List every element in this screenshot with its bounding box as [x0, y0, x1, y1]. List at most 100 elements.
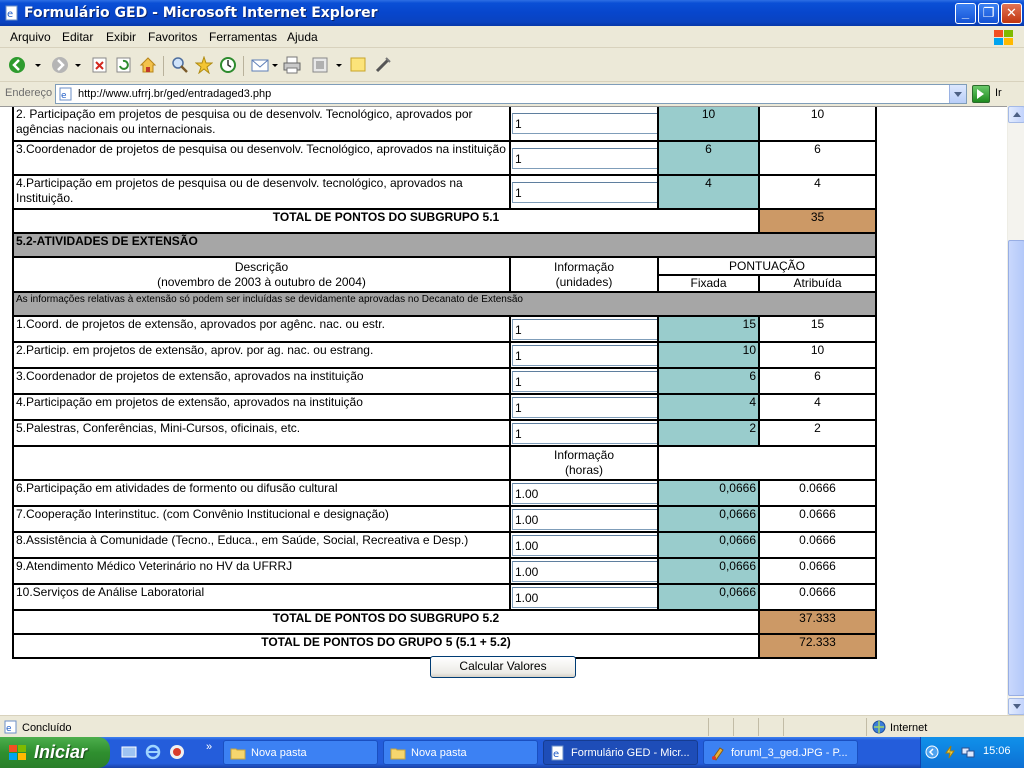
quicklaunch-more-icon[interactable]: »: [206, 741, 212, 753]
media-player-icon[interactable]: [169, 744, 185, 760]
task-label: foruml_3_ged.JPG - P...: [731, 747, 848, 759]
back-dropdown-icon[interactable]: [35, 64, 41, 67]
fixed-score: 15: [657, 315, 760, 343]
mail-icon[interactable]: [251, 56, 269, 74]
quantity-field[interactable]: 1: [512, 147, 658, 169]
table-header-row: Descrição (novembro de 2003 à outubro de…: [12, 256, 877, 293]
taskbar-item-folder-2[interactable]: Nova pasta: [383, 740, 538, 765]
windows-logo-icon: [9, 745, 26, 760]
windows-logo-icon: [994, 30, 1013, 45]
quantity-field[interactable]: 1: [512, 181, 658, 203]
hours-field[interactable]: 1.00: [512, 586, 658, 608]
task-label: Nova pasta: [251, 747, 307, 759]
refresh-icon[interactable]: [115, 56, 133, 74]
zone-label: Internet: [890, 722, 928, 734]
title-bar[interactable]: e Formulário GED - Microsoft Internet Ex…: [0, 0, 1024, 26]
quantity-field[interactable]: 1: [512, 370, 658, 392]
assigned-score: 0.0666: [758, 505, 877, 533]
quantity-field[interactable]: 1: [512, 318, 658, 340]
scroll-up-icon[interactable]: [1008, 106, 1024, 123]
ged-form-table: 2. Participação em projetos de pesquisa …: [12, 107, 877, 659]
tray-collapse-icon[interactable]: [925, 745, 939, 759]
subgroup-52-total-label: TOTAL DE PONTOS DO SUBGRUPO 5.2: [12, 609, 760, 635]
ie-quicklaunch-icon[interactable]: [145, 744, 161, 760]
menu-exibir[interactable]: Exibir: [106, 30, 136, 44]
menu-ferramentas[interactable]: Ferramentas: [209, 30, 277, 44]
fixed-score: 0,0666: [657, 531, 760, 559]
column-header-score: PONTUAÇÃO: [657, 256, 877, 276]
taskbar-item-browser[interactable]: e Formulário GED - Micr...: [543, 740, 698, 765]
edit-dropdown-icon[interactable]: [336, 64, 342, 67]
section-title: 5.2-ATIVIDADES DE EXTENSÃO: [12, 232, 877, 258]
favorites-icon[interactable]: [195, 56, 213, 74]
edit-icon[interactable]: [311, 56, 329, 74]
subgroup-51-total-label: TOTAL DE PONTOS DO SUBGRUPO 5.1: [12, 208, 760, 234]
hours-field[interactable]: 1.00: [512, 534, 658, 556]
table-row: 1.Coord. de projetos de extensão, aprova…: [12, 315, 877, 343]
task-label: Nova pasta: [411, 747, 467, 759]
network-icon[interactable]: [961, 745, 975, 759]
assigned-score: 0.0666: [758, 531, 877, 559]
group-5-total-value: 72.333: [758, 633, 877, 659]
go-arrow-icon[interactable]: [972, 85, 990, 103]
restore-button[interactable]: ❐: [978, 3, 999, 24]
address-url: http://www.ufrrj.br/ged/entradaged3.php: [78, 88, 272, 100]
table-row: 8.Assistência à Comunidade (Tecno., Educ…: [12, 531, 877, 559]
quantity-field[interactable]: 1: [512, 396, 658, 418]
paint-icon: [712, 747, 724, 761]
svg-text:e: e: [61, 91, 67, 101]
table-row: 7.Cooperação Interinstituc. (com Convêni…: [12, 505, 877, 533]
table-row: Informação (horas): [12, 445, 877, 481]
hours-field[interactable]: 1.00: [512, 560, 658, 582]
address-bar: Endereço e http://www.ufrrj.br/ged/entra…: [0, 82, 1024, 106]
table-row: 9.Atendimento Médico Veterinário no HV d…: [12, 557, 877, 585]
discuss-icon[interactable]: [349, 56, 367, 74]
taskbar-item-folder-1[interactable]: Nova pasta: [223, 740, 378, 765]
fixed-score: 10: [657, 107, 760, 142]
assigned-score: 0.0666: [758, 479, 877, 507]
home-icon[interactable]: [139, 56, 157, 74]
row-description: 3.Coordenador de projetos de pesquisa ou…: [12, 140, 511, 176]
menu-arquivo[interactable]: Arquivo: [10, 30, 51, 44]
column-header-information: Informação (unidades): [509, 256, 659, 293]
quantity-field[interactable]: 1: [512, 422, 658, 444]
taskbar-item-paint[interactable]: foruml_3_ged.JPG - P...: [703, 740, 858, 765]
minimize-button[interactable]: _: [955, 3, 976, 24]
period-label: (novembro de 2003 à outubro de 2004): [157, 274, 366, 289]
messenger-icon[interactable]: [374, 56, 392, 74]
scroll-down-icon[interactable]: [1008, 698, 1024, 715]
power-icon[interactable]: [943, 745, 957, 759]
go-button[interactable]: Ir: [995, 87, 1002, 99]
quantity-field[interactable]: 1: [512, 113, 658, 134]
menu-editar[interactable]: Editar: [62, 30, 93, 44]
search-icon[interactable]: [171, 56, 189, 74]
row-description: 7.Cooperação Interinstituc. (com Convêni…: [12, 505, 511, 533]
row-description: 2. Participação em projetos de pesquisa …: [12, 107, 511, 142]
quantity-field[interactable]: 1: [512, 344, 658, 366]
address-dropdown-icon[interactable]: [949, 85, 966, 103]
column-header-fixed: Fixada: [657, 274, 760, 293]
hours-field[interactable]: 1.00: [512, 482, 658, 504]
history-icon[interactable]: [219, 56, 237, 74]
address-input[interactable]: e http://www.ufrrj.br/ged/entradaged3.ph…: [55, 84, 967, 104]
row-description: 3.Coordenador de projetos de extensão, a…: [12, 367, 511, 395]
task-label: Formulário GED - Micr...: [571, 747, 690, 759]
forward-dropdown-icon[interactable]: [75, 64, 81, 67]
hours-field[interactable]: 1.00: [512, 508, 658, 530]
menu-favoritos[interactable]: Favoritos: [148, 30, 197, 44]
row-description: 5.Palestras, Conferências, Mini-Cursos, …: [12, 419, 511, 447]
menu-ajuda[interactable]: Ajuda: [287, 30, 318, 44]
vertical-scrollbar[interactable]: [1007, 106, 1024, 715]
close-button[interactable]: ✕: [1001, 3, 1022, 24]
calculate-button[interactable]: Calcular Valores: [430, 656, 576, 678]
show-desktop-icon[interactable]: [121, 744, 137, 760]
information-label: Informação: [553, 448, 615, 462]
stop-icon[interactable]: [91, 56, 109, 74]
scrollbar-thumb[interactable]: [1008, 240, 1024, 696]
start-button[interactable]: Iniciar: [0, 737, 110, 768]
back-icon[interactable]: [8, 56, 26, 74]
column-header-hours: Informação (horas): [509, 445, 659, 481]
mail-dropdown-icon[interactable]: [272, 64, 278, 67]
forward-icon[interactable]: [51, 56, 69, 74]
print-icon[interactable]: [283, 56, 301, 74]
